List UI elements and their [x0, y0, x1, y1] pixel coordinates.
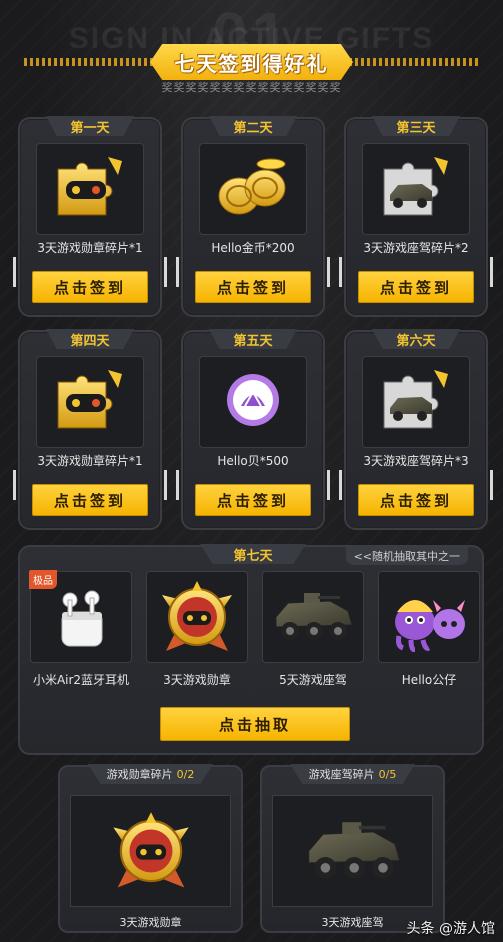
day-card: 第一天 3天游戏勋章碎片*1 点击签到 — [13, 116, 167, 317]
header-subline: 奖奖奖奖奖奖奖奖奖奖奖奖奖奖奖 — [161, 81, 342, 94]
sign-in-button[interactable]: 点击签到 — [195, 271, 311, 303]
prize-label: 小米Air2蓝牙耳机 — [32, 673, 130, 687]
gold-coins-icon — [211, 152, 295, 226]
day-tab: 第四天 — [46, 329, 134, 349]
side-mark — [327, 257, 330, 287]
side-mark — [13, 470, 16, 500]
prize-medal[interactable]: 3天游戏勋章 — [146, 571, 248, 688]
watermark: 头条 @游人馆 — [406, 921, 495, 937]
day-tab: 第三天 — [372, 116, 460, 136]
side-mark — [339, 257, 342, 287]
side-mark — [176, 257, 179, 287]
fragment-tab: 游戏勋章碎片 0/2 — [88, 764, 213, 784]
side-mark — [13, 257, 16, 287]
reward-image — [199, 356, 307, 448]
day7-panel: 第七天 <<随机抽取其中之一 极品 小米Air2蓝牙耳机 3天游戏勋章 5天游戏… — [18, 544, 484, 755]
prize-label: 3天游戏勋章 — [163, 673, 231, 687]
earbuds-icon — [61, 590, 103, 647]
reward-label: 3天游戏勋章碎片*1 — [37, 241, 143, 255]
fragment-count: 0/2 — [176, 767, 195, 781]
day-tab: 第六天 — [372, 329, 460, 349]
sign-in-button[interactable]: 点击签到 — [358, 484, 474, 516]
medal-icon — [162, 581, 232, 651]
reward-label: 3天游戏勋章碎片*1 — [37, 454, 143, 468]
shell-icon — [223, 370, 283, 434]
reward-label: 3天游戏座驾碎片*2 — [363, 241, 469, 255]
sign-in-button[interactable]: 点击签到 — [32, 271, 148, 303]
fragment-tab: 游戏座驾碎片 0/5 — [290, 764, 415, 784]
title-deco-left — [24, 58, 154, 66]
day-card: 第三天 3天游戏座驾碎片*2 点击签到 — [339, 116, 493, 317]
sign-in-button[interactable]: 点击签到 — [358, 271, 474, 303]
prize-label: Hello公仔 — [401, 673, 457, 687]
page-title: 七天签到得好礼 — [174, 51, 329, 76]
title-deco-right — [349, 58, 479, 66]
fragment-image[interactable] — [70, 795, 231, 907]
reward-image — [36, 143, 144, 235]
fragment-panel-medal: 游戏勋章碎片 0/2 3天游戏勋章 — [58, 764, 243, 933]
page-title-banner: 七天签到得好礼 — [150, 44, 353, 80]
armored-vehicle-icon — [307, 822, 401, 879]
side-mark — [339, 470, 342, 500]
prize-vehicle[interactable]: 5天游戏座驾 — [262, 571, 364, 688]
reward-image — [362, 143, 470, 235]
prize-plush[interactable]: Hello公仔 — [378, 571, 480, 688]
reward-image — [36, 356, 144, 448]
fragment-label: 3天游戏勋章 — [119, 916, 182, 929]
prize-label: 5天游戏座驾 — [279, 673, 347, 687]
sign-in-button[interactable]: 点击签到 — [195, 484, 311, 516]
fragment-title: 游戏座驾碎片 — [308, 768, 375, 781]
reward-image — [362, 356, 470, 448]
day7-hint: <<随机抽取其中之一 — [345, 547, 468, 565]
side-mark — [164, 257, 167, 287]
octopus-plush-icon — [395, 600, 465, 652]
fragment-panel-vehicle: 游戏座驾碎片 0/5 3天游戏座驾 — [260, 764, 445, 933]
vehicle-puzzle-icon — [374, 149, 458, 229]
day-tab: 第二天 — [209, 116, 297, 136]
header: 01 SIGN IN ACTIVE GIFTS 七天签到得好礼 奖奖奖奖奖奖奖奖… — [0, 0, 503, 110]
day-card: 第五天 Hello贝*500 点击签到 — [176, 329, 330, 530]
draw-button[interactable]: 点击抽取 — [160, 707, 350, 741]
fragment-image[interactable] — [272, 795, 433, 907]
reward-label: Hello贝*500 — [217, 454, 289, 468]
prize-earbuds[interactable]: 极品 小米Air2蓝牙耳机 — [29, 570, 132, 688]
day-card: 第二天 Hello金币*200 点击签到 — [176, 116, 330, 317]
premium-badge: 极品 — [29, 570, 57, 589]
fragment-title: 游戏勋章碎片 — [106, 768, 173, 781]
medal-icon — [112, 812, 189, 888]
sign-in-button[interactable]: 点击签到 — [32, 484, 148, 516]
day-card: 第四天 3天游戏勋章碎片*1 点击签到 — [13, 329, 167, 530]
badge-puzzle-icon — [48, 362, 132, 442]
side-mark — [164, 470, 167, 500]
side-mark — [327, 470, 330, 500]
day7-tab: 第七天 — [200, 544, 306, 564]
side-mark — [490, 470, 493, 500]
vehicle-puzzle-icon — [374, 362, 458, 442]
armored-vehicle-icon — [275, 593, 353, 640]
reward-label: 3天游戏座驾碎片*3 — [363, 454, 469, 468]
side-mark — [176, 470, 179, 500]
reward-image — [199, 143, 307, 235]
reward-label: Hello金币*200 — [211, 241, 295, 255]
badge-puzzle-icon — [48, 149, 132, 229]
day-tab: 第一天 — [46, 116, 134, 136]
side-mark — [490, 257, 493, 287]
day-card: 第六天 3天游戏座驾碎片*3 点击签到 — [339, 329, 493, 530]
fragment-count: 0/5 — [378, 767, 397, 781]
day-tab: 第五天 — [209, 329, 297, 349]
